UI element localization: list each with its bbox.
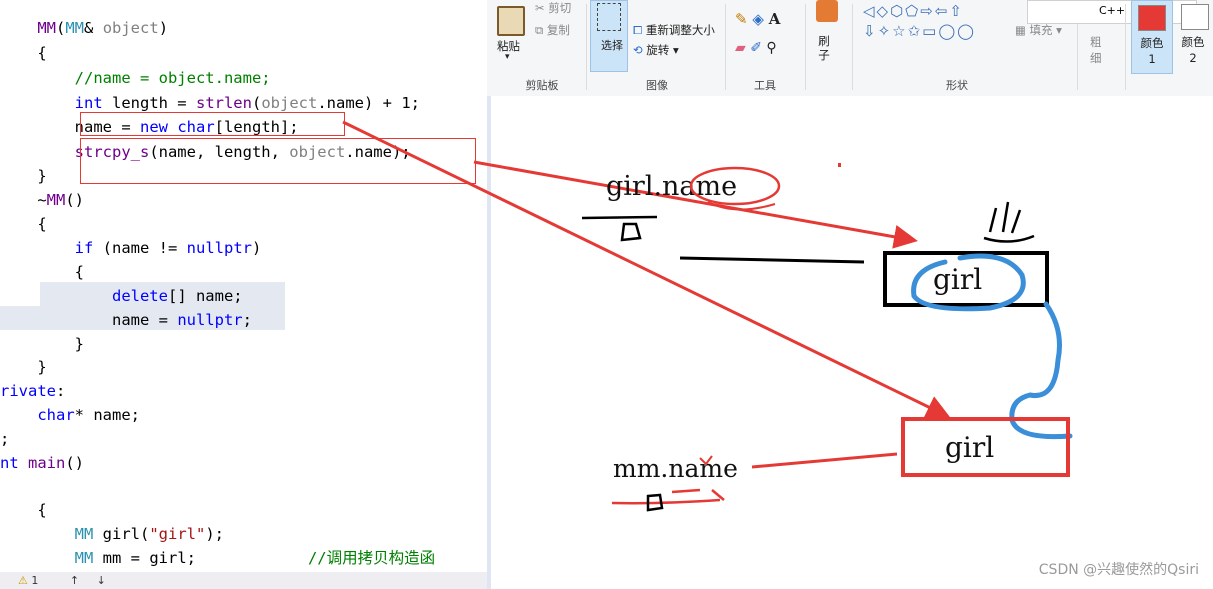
girl-name-label: girl.name [606,171,737,202]
fraction-line [581,215,658,220]
red-dot [838,163,841,167]
hand-scribble-icon [983,201,1035,243]
zero-glyph [620,222,642,242]
mm-box-text: girl [945,431,994,464]
girl-box-text: girl [933,263,982,296]
annotation-overlay: girl.name girl girl mm.name [342,120,1073,512]
pointer-line [679,256,865,264]
mm-pointer-line [751,452,898,469]
mm-underline-scribble [611,488,725,505]
mm-name-label: mm.name [613,454,738,483]
arrow-to-girl-box [342,120,951,418]
